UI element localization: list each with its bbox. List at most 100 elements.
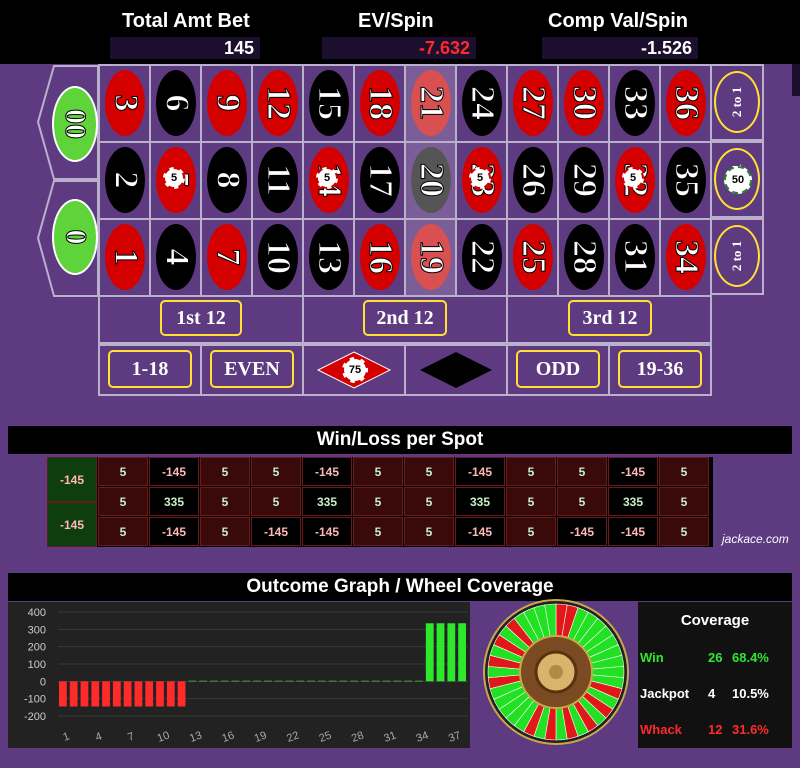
number-cell[interactable]: 12	[253, 66, 304, 143]
dozen-1st-button[interactable]: 1st 12	[160, 300, 242, 336]
number-cell[interactable]: 36	[661, 66, 712, 143]
black-diamond-button[interactable]	[418, 350, 494, 390]
x-tick-label: 25	[318, 729, 334, 744]
number-label: 16	[362, 240, 400, 275]
number-label: 36	[668, 86, 706, 121]
winloss-cell: 5	[506, 457, 556, 486]
number-cell[interactable]: 28	[559, 220, 610, 297]
number-cell[interactable]: 25	[508, 220, 559, 297]
number-cell[interactable]: 21	[406, 66, 457, 143]
number-cell[interactable]: 4	[151, 220, 202, 297]
number-cell[interactable]: 29	[559, 143, 610, 220]
column-3-button[interactable]: 2 to 1	[714, 71, 760, 133]
winloss-cell: 5	[353, 487, 403, 516]
column-1-button[interactable]: 2 to 1	[714, 225, 760, 287]
number-cell[interactable]: 22	[457, 220, 508, 297]
coverage-title: Coverage	[680, 612, 750, 629]
chart-bar	[415, 680, 423, 682]
winloss-cell: 5	[659, 457, 709, 486]
coverage-label: Jackpot	[640, 686, 690, 701]
number-cell[interactable]: 34	[661, 220, 712, 297]
chart-bar	[220, 680, 229, 682]
chart-bar	[458, 623, 466, 682]
number-oval: 24	[462, 70, 502, 136]
coverage-label: Win	[640, 650, 664, 665]
number-oval: 16	[360, 224, 400, 290]
even-button[interactable]: EVEN	[210, 350, 294, 388]
winloss-cell: -145	[455, 457, 505, 486]
high-19-36-button[interactable]: 19-36	[618, 350, 702, 388]
number-cell[interactable]: 17	[355, 143, 406, 220]
chart-bar	[371, 680, 380, 682]
total-bet-label: Total Amt Bet	[122, 10, 250, 32]
number-cell[interactable]: 9	[202, 66, 253, 143]
number-cell[interactable]: 31	[610, 220, 661, 297]
chart-bar	[253, 680, 261, 682]
low-1-18-button[interactable]: 1-18	[108, 350, 192, 388]
x-tick-label: 7	[126, 730, 136, 743]
number-cell[interactable]: 35	[661, 143, 712, 220]
winloss-cell: 335	[455, 487, 505, 516]
chart-bar	[156, 681, 164, 707]
number-cell[interactable]: 11	[253, 143, 304, 220]
number-label: 31	[617, 240, 655, 275]
number-cell[interactable]: 3	[100, 66, 151, 143]
chart-bar	[350, 680, 359, 682]
odd-button[interactable]: ODD	[516, 350, 600, 388]
number-label: 29	[566, 163, 604, 198]
number-oval: 30	[564, 70, 604, 136]
total-bet-value: 145	[110, 37, 260, 59]
number-cell[interactable]: 8	[202, 143, 253, 220]
chip-inside: 5	[469, 167, 491, 189]
number-cell[interactable]: 6	[151, 66, 202, 143]
zero-spot[interactable]: 0	[52, 199, 98, 275]
winloss-cell: 335	[608, 487, 658, 516]
winloss-cell: -145	[455, 517, 505, 546]
chart-bar	[382, 680, 391, 682]
number-cell[interactable]: 2	[100, 143, 151, 220]
chart-bar	[134, 681, 143, 707]
number-oval: 26	[513, 147, 553, 213]
coverage-count: 12	[708, 722, 723, 737]
number-label: 9	[209, 94, 247, 112]
double-zero-spot[interactable]: 00	[52, 86, 98, 162]
winloss-zero-cell: -145	[47, 457, 97, 502]
number-label: 17	[362, 163, 400, 198]
number-oval: 28	[564, 224, 604, 290]
winloss-cell: 5	[404, 517, 454, 546]
number-cell[interactable]: 33	[610, 66, 661, 143]
number-oval: 13	[309, 224, 349, 290]
number-oval: 27	[513, 70, 553, 136]
x-tick-label: 34	[415, 729, 431, 744]
winloss-cell: 335	[149, 487, 199, 516]
x-tick-label: 1	[61, 730, 71, 743]
dozen-2nd-button[interactable]: 2nd 12	[363, 300, 447, 336]
number-cell[interactable]: 7	[202, 220, 253, 297]
number-cell[interactable]: 19	[406, 220, 457, 297]
number-oval: 29	[564, 147, 604, 213]
number-label: 28	[566, 240, 604, 275]
number-cell[interactable]: 10	[253, 220, 304, 297]
number-cell[interactable]: 18	[355, 66, 406, 143]
number-oval: 8	[207, 147, 247, 213]
number-label: 25	[515, 240, 553, 275]
winloss-cell: 5	[557, 457, 607, 486]
chart-bar	[80, 681, 89, 707]
number-cell[interactable]: 15	[304, 66, 355, 143]
number-oval: 31	[615, 224, 655, 290]
number-cell[interactable]: 24	[457, 66, 508, 143]
number-cell[interactable]: 30	[559, 66, 610, 143]
number-cell[interactable]: 1	[100, 220, 151, 297]
number-cell[interactable]: 16	[355, 220, 406, 297]
number-cell[interactable]: 26	[508, 143, 559, 220]
winloss-cell: -145	[557, 517, 607, 546]
winloss-cell: 5	[557, 487, 607, 516]
winloss-cell: -145	[251, 517, 301, 546]
number-label: 6	[158, 94, 196, 112]
dozen-3rd-button[interactable]: 3rd 12	[568, 300, 652, 336]
number-label: 10	[260, 240, 298, 275]
number-cell[interactable]: 27	[508, 66, 559, 143]
number-cell[interactable]: 20	[406, 143, 457, 220]
number-cell[interactable]: 13	[304, 220, 355, 297]
number-label: 30	[566, 86, 604, 121]
